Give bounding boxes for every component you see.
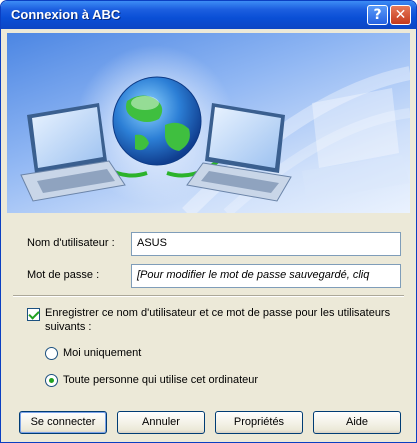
radio-anyone[interactable] bbox=[45, 374, 58, 387]
username-input[interactable]: ASUS bbox=[131, 232, 401, 256]
help-button[interactable]: ? bbox=[367, 5, 388, 25]
title-bar[interactable]: Connexion à ABC ? ✕ bbox=[1, 1, 416, 29]
radio-selected-dot bbox=[49, 378, 54, 383]
save-credentials-checkbox[interactable] bbox=[27, 308, 40, 321]
radio-me-only-label: Moi uniquement bbox=[63, 347, 142, 359]
close-button[interactable]: ✕ bbox=[390, 5, 411, 25]
properties-button[interactable]: Propriétés bbox=[215, 411, 303, 434]
help-button-bottom[interactable]: Aide bbox=[313, 411, 401, 434]
radio-anyone-label: Toute personne qui utilise cet ordinateu… bbox=[63, 374, 259, 386]
password-input[interactable]: [Pour modifier le mot de passe sauvegard… bbox=[131, 264, 401, 288]
window-title: Connexion à ABC bbox=[11, 7, 121, 22]
checkmark-icon bbox=[28, 308, 40, 320]
save-credentials-label: Enregistrer ce nom d'utilisateur et ce m… bbox=[45, 307, 391, 333]
cancel-button[interactable]: Annuler bbox=[117, 411, 205, 434]
connection-dialog: Connexion à ABC ? ✕ Nom d'utilisateur: … bbox=[0, 0, 417, 443]
close-icon: ✕ bbox=[394, 7, 407, 23]
network-globe-laptops-icon bbox=[20, 45, 410, 213]
separator bbox=[13, 295, 404, 297]
connect-button[interactable]: Se connecter bbox=[19, 411, 107, 434]
help-icon: ? bbox=[373, 7, 382, 23]
dialup-banner bbox=[7, 33, 410, 213]
password-label: Mot de passe : bbox=[27, 269, 100, 281]
username-label: Nom d'utilisateur : bbox=[27, 237, 115, 249]
radio-me-only[interactable] bbox=[45, 347, 58, 360]
